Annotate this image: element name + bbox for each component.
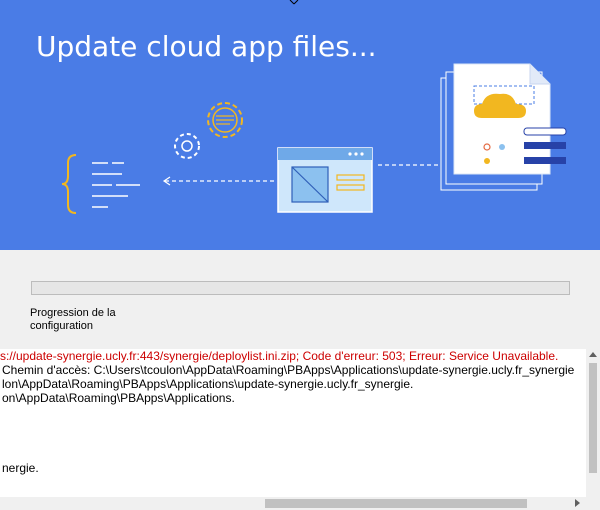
scroll-right-arrow-icon[interactable] [575, 499, 580, 507]
horizontal-scrollbar[interactable] [0, 497, 600, 510]
gear-icon [174, 133, 200, 159]
window-icon [277, 147, 373, 213]
log-line: lon\AppData\Roaming\PBApps\Applications\… [2, 377, 414, 391]
page-title: Update cloud app files... [36, 30, 377, 63]
horizontal-scroll-thumb[interactable] [265, 499, 527, 508]
log-line: on\AppData\Roaming\PBApps\Applications. [2, 391, 235, 405]
log-line: nergie. [2, 461, 39, 475]
document-icon [440, 63, 567, 191]
scrollbar-corner [586, 497, 600, 510]
log-line-error: s://update-synergie.ucly.fr:443/synergie… [0, 349, 559, 363]
vertical-scrollbar[interactable] [586, 349, 600, 497]
header-banner: Update cloud app files... [0, 0, 600, 250]
vertical-scroll-thumb[interactable] [589, 363, 597, 473]
log-line: Chemin d'accès: C:\Users\tcoulon\AppData… [2, 363, 575, 377]
code-brace-icon [61, 154, 140, 214]
gear-icon [207, 102, 243, 138]
scroll-up-arrow-icon[interactable] [589, 352, 597, 357]
close-icon[interactable] [289, 0, 299, 5]
progress-label: Progression de la configuration [30, 307, 116, 332]
log-textbox[interactable]: s://update-synergie.ucly.fr:443/synergie… [0, 349, 586, 497]
progress-bar [31, 281, 570, 295]
